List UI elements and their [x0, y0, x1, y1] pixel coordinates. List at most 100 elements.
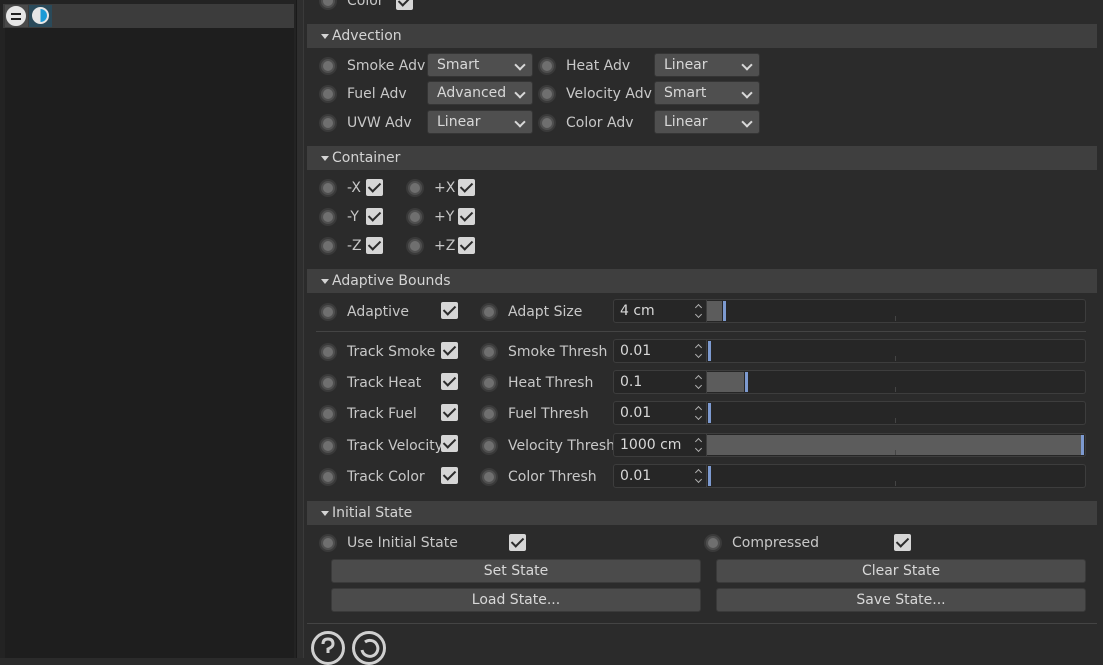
adapt-size-field[interactable]: 4 cm — [613, 299, 707, 323]
track-smoke-keyframe-radio[interactable] — [319, 343, 337, 361]
section-title: Container — [332, 150, 401, 166]
fuel-thresh-keyframe-radio[interactable] — [480, 405, 498, 423]
slider-handle — [1081, 435, 1084, 455]
collapse-triangle-icon — [321, 511, 329, 516]
chevron-down-icon — [741, 116, 753, 128]
spinner-arrows-icon — [695, 374, 703, 390]
adaptive-checkbox[interactable] — [441, 302, 458, 319]
smoke-thresh-field[interactable]: 0.01 — [613, 339, 707, 363]
neg-x-keyframe-radio[interactable] — [319, 179, 337, 197]
save-state-button[interactable]: Save State... — [716, 588, 1086, 612]
heat-thresh-keyframe-radio[interactable] — [480, 374, 498, 392]
chevron-down-icon — [514, 87, 526, 99]
smoke-thresh-keyframe-radio[interactable] — [480, 343, 498, 361]
reset-button[interactable] — [352, 631, 386, 665]
neg-y-checkbox[interactable] — [366, 208, 383, 225]
adapt-size-keyframe-radio[interactable] — [480, 303, 498, 321]
spinner-arrows-icon — [695, 303, 703, 319]
uvw-adv-select[interactable]: Linear — [427, 110, 533, 134]
color-thresh-label: Color Thresh — [508, 469, 597, 485]
pos-y-keyframe-radio[interactable] — [406, 208, 424, 226]
use-initial-state-keyframe-radio[interactable] — [319, 534, 337, 552]
fuel-thresh-slider[interactable] — [707, 401, 1086, 425]
smoke-adv-select[interactable]: Smart — [427, 53, 533, 77]
velocity-adv-keyframe-radio[interactable] — [538, 85, 556, 103]
adaptive-keyframe-radio[interactable] — [319, 303, 337, 321]
set-state-button[interactable]: Set State — [331, 559, 701, 583]
fuel-adv-label: Fuel Adv — [347, 86, 407, 102]
compressed-keyframe-radio[interactable] — [704, 534, 722, 552]
velocity-thresh-slider[interactable] — [707, 433, 1086, 457]
initial-state-section-header[interactable]: Initial State — [307, 501, 1097, 525]
adapt-size-slider[interactable] — [707, 299, 1086, 323]
uvw-adv-keyframe-radio[interactable] — [319, 114, 337, 132]
smoke-adv-keyframe-radio[interactable] — [319, 57, 337, 75]
color-thresh-slider[interactable] — [707, 464, 1086, 488]
heat-thresh-slider[interactable] — [707, 370, 1086, 394]
fuel-thresh-field[interactable]: 0.01 — [613, 401, 707, 425]
use-initial-state-checkbox[interactable] — [509, 534, 526, 551]
neg-x-checkbox[interactable] — [366, 179, 383, 196]
pos-x-checkbox[interactable] — [458, 179, 475, 196]
smoke-thresh-slider[interactable] — [707, 339, 1086, 363]
pos-y-checkbox[interactable] — [458, 208, 475, 225]
fuel-adv-select[interactable]: Advanced — [427, 81, 533, 105]
heat-thresh-field[interactable]: 0.1 — [613, 370, 707, 394]
adapt-size-label: Adapt Size — [508, 304, 583, 320]
pos-z-keyframe-radio[interactable] — [406, 237, 424, 255]
velocity-adv-select[interactable]: Smart — [654, 81, 760, 105]
velocity-thresh-keyframe-radio[interactable] — [480, 437, 498, 455]
heat-adv-keyframe-radio[interactable] — [538, 57, 556, 75]
spinner-arrows-icon — [695, 437, 703, 453]
track-heat-checkbox[interactable] — [441, 373, 458, 390]
slider-handle — [745, 372, 748, 392]
color-checkbox[interactable] — [396, 0, 413, 10]
fuel-adv-keyframe-radio[interactable] — [319, 85, 337, 103]
neg-x-label: -X — [347, 180, 361, 196]
color-adv-keyframe-radio[interactable] — [538, 114, 556, 132]
track-velocity-checkbox[interactable] — [441, 435, 458, 452]
velocity-thresh-field[interactable]: 1000 cm — [613, 433, 707, 457]
collapse-triangle-icon — [321, 34, 329, 39]
track-smoke-checkbox[interactable] — [441, 342, 458, 359]
pos-x-keyframe-radio[interactable] — [406, 179, 424, 197]
adaptive-bounds-section-header[interactable]: Adaptive Bounds — [307, 269, 1097, 293]
section-title: Initial State — [332, 505, 413, 521]
velocity-adv-label: Velocity Adv — [566, 86, 652, 102]
section-title: Advection — [332, 28, 402, 44]
color-thresh-keyframe-radio[interactable] — [480, 468, 498, 486]
color-adv-select[interactable]: Linear — [654, 110, 760, 134]
neg-z-keyframe-radio[interactable] — [319, 237, 337, 255]
track-color-checkbox[interactable] — [441, 467, 458, 484]
uvw-adv-label: UVW Adv — [347, 115, 412, 131]
track-smoke-label: Track Smoke — [347, 344, 436, 360]
track-color-label: Track Color — [347, 469, 425, 485]
adaptive-label: Adaptive — [347, 304, 409, 320]
track-fuel-label: Track Fuel — [347, 406, 417, 422]
compressed-checkbox[interactable] — [894, 534, 911, 551]
heat-thresh-label: Heat Thresh — [508, 375, 594, 391]
spinner-arrows-icon — [695, 405, 703, 421]
track-color-keyframe-radio[interactable] — [319, 468, 337, 486]
smoke-thresh-label: Smoke Thresh — [508, 344, 608, 360]
pos-x-label: +X — [434, 180, 456, 196]
container-section-header[interactable]: Container — [307, 146, 1097, 170]
neg-z-checkbox[interactable] — [366, 237, 383, 254]
pos-z-checkbox[interactable] — [458, 237, 475, 254]
panel-splitter[interactable] — [296, 0, 304, 658]
neg-y-keyframe-radio[interactable] — [319, 208, 337, 226]
track-velocity-keyframe-radio[interactable] — [319, 437, 337, 455]
color-thresh-field[interactable]: 0.01 — [613, 464, 707, 488]
advection-section-header[interactable]: Advection — [307, 24, 1097, 48]
color-keyframe-radio[interactable] — [319, 0, 337, 10]
help-button[interactable] — [311, 631, 345, 665]
clear-state-button[interactable]: Clear State — [716, 559, 1086, 583]
spinner-arrows-icon — [695, 343, 703, 359]
color-adv-label: Color Adv — [566, 115, 634, 131]
collapse-triangle-icon — [321, 279, 329, 284]
track-heat-keyframe-radio[interactable] — [319, 374, 337, 392]
heat-adv-select[interactable]: Linear — [654, 53, 760, 77]
track-fuel-keyframe-radio[interactable] — [319, 405, 337, 423]
track-fuel-checkbox[interactable] — [441, 404, 458, 421]
load-state-button[interactable]: Load State... — [331, 588, 701, 612]
